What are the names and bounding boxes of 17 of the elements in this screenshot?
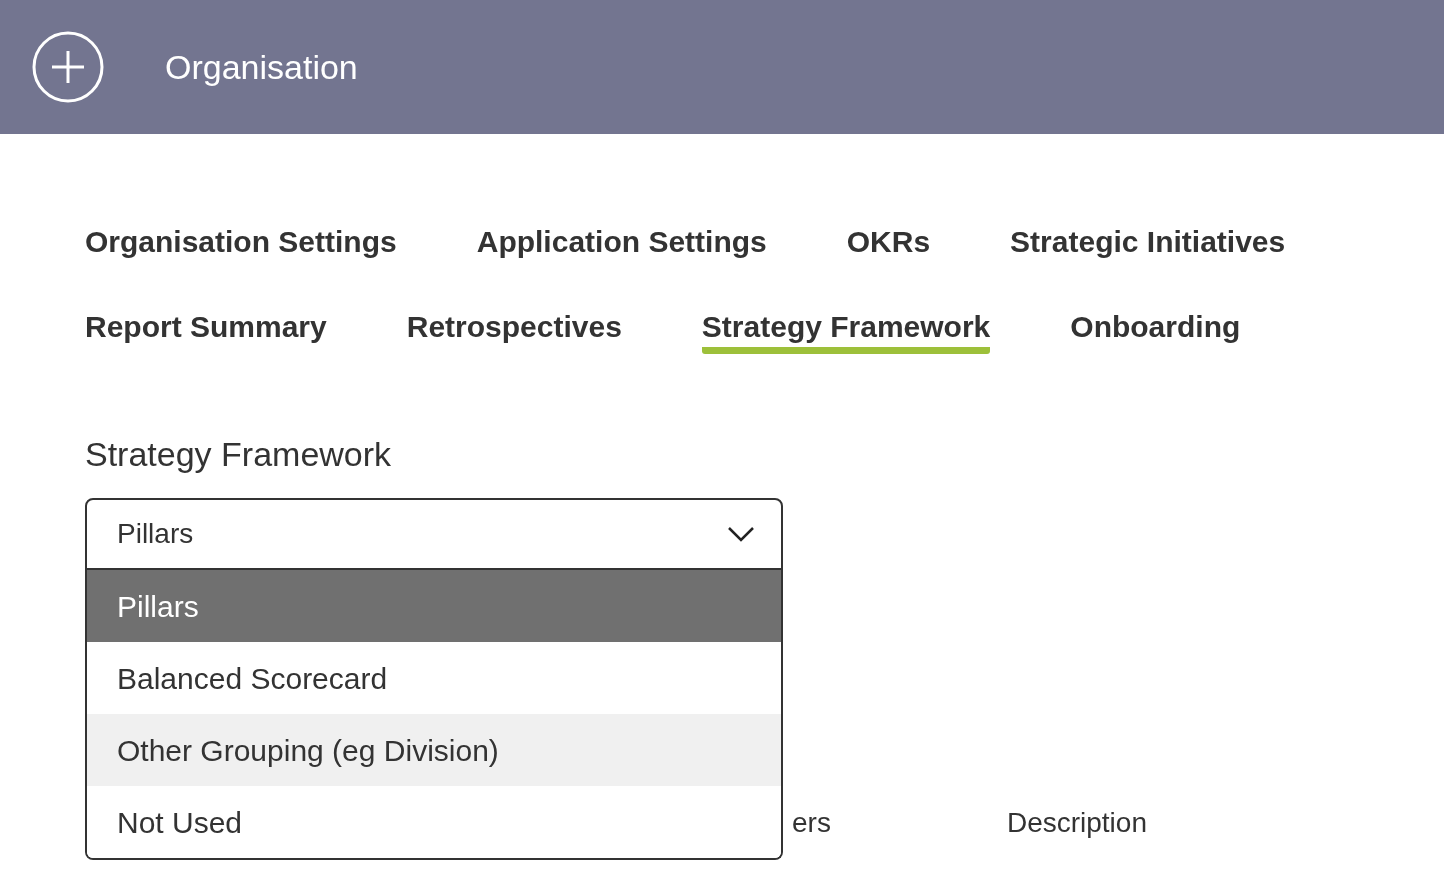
page-title: Organisation <box>165 46 358 88</box>
chevron-down-icon <box>727 526 755 542</box>
column-header: Description <box>1006 806 1147 840</box>
section-heading: Strategy Framework <box>85 434 393 474</box>
tab[interactable]: Report Summary <box>85 309 327 354</box>
dropdown-option[interactable]: Pillars <box>87 570 781 642</box>
dropdown-option[interactable]: Other Grouping (eg Division) <box>87 714 781 786</box>
tab[interactable]: OKRs <box>846 224 931 269</box>
tab[interactable]: Onboarding <box>1070 309 1241 354</box>
tab[interactable]: Retrospectives <box>406 309 622 354</box>
framework-dropdown[interactable]: Pillars <box>85 498 783 570</box>
tab[interactable]: Organisation Settings <box>85 224 397 269</box>
add-icon[interactable] <box>32 31 104 103</box>
tab[interactable]: Application Settings <box>476 224 767 269</box>
tab[interactable]: Strategy Framework <box>701 309 991 354</box>
tab[interactable]: Strategic Initiatives <box>1010 224 1286 269</box>
column-header: ers <box>792 806 831 840</box>
